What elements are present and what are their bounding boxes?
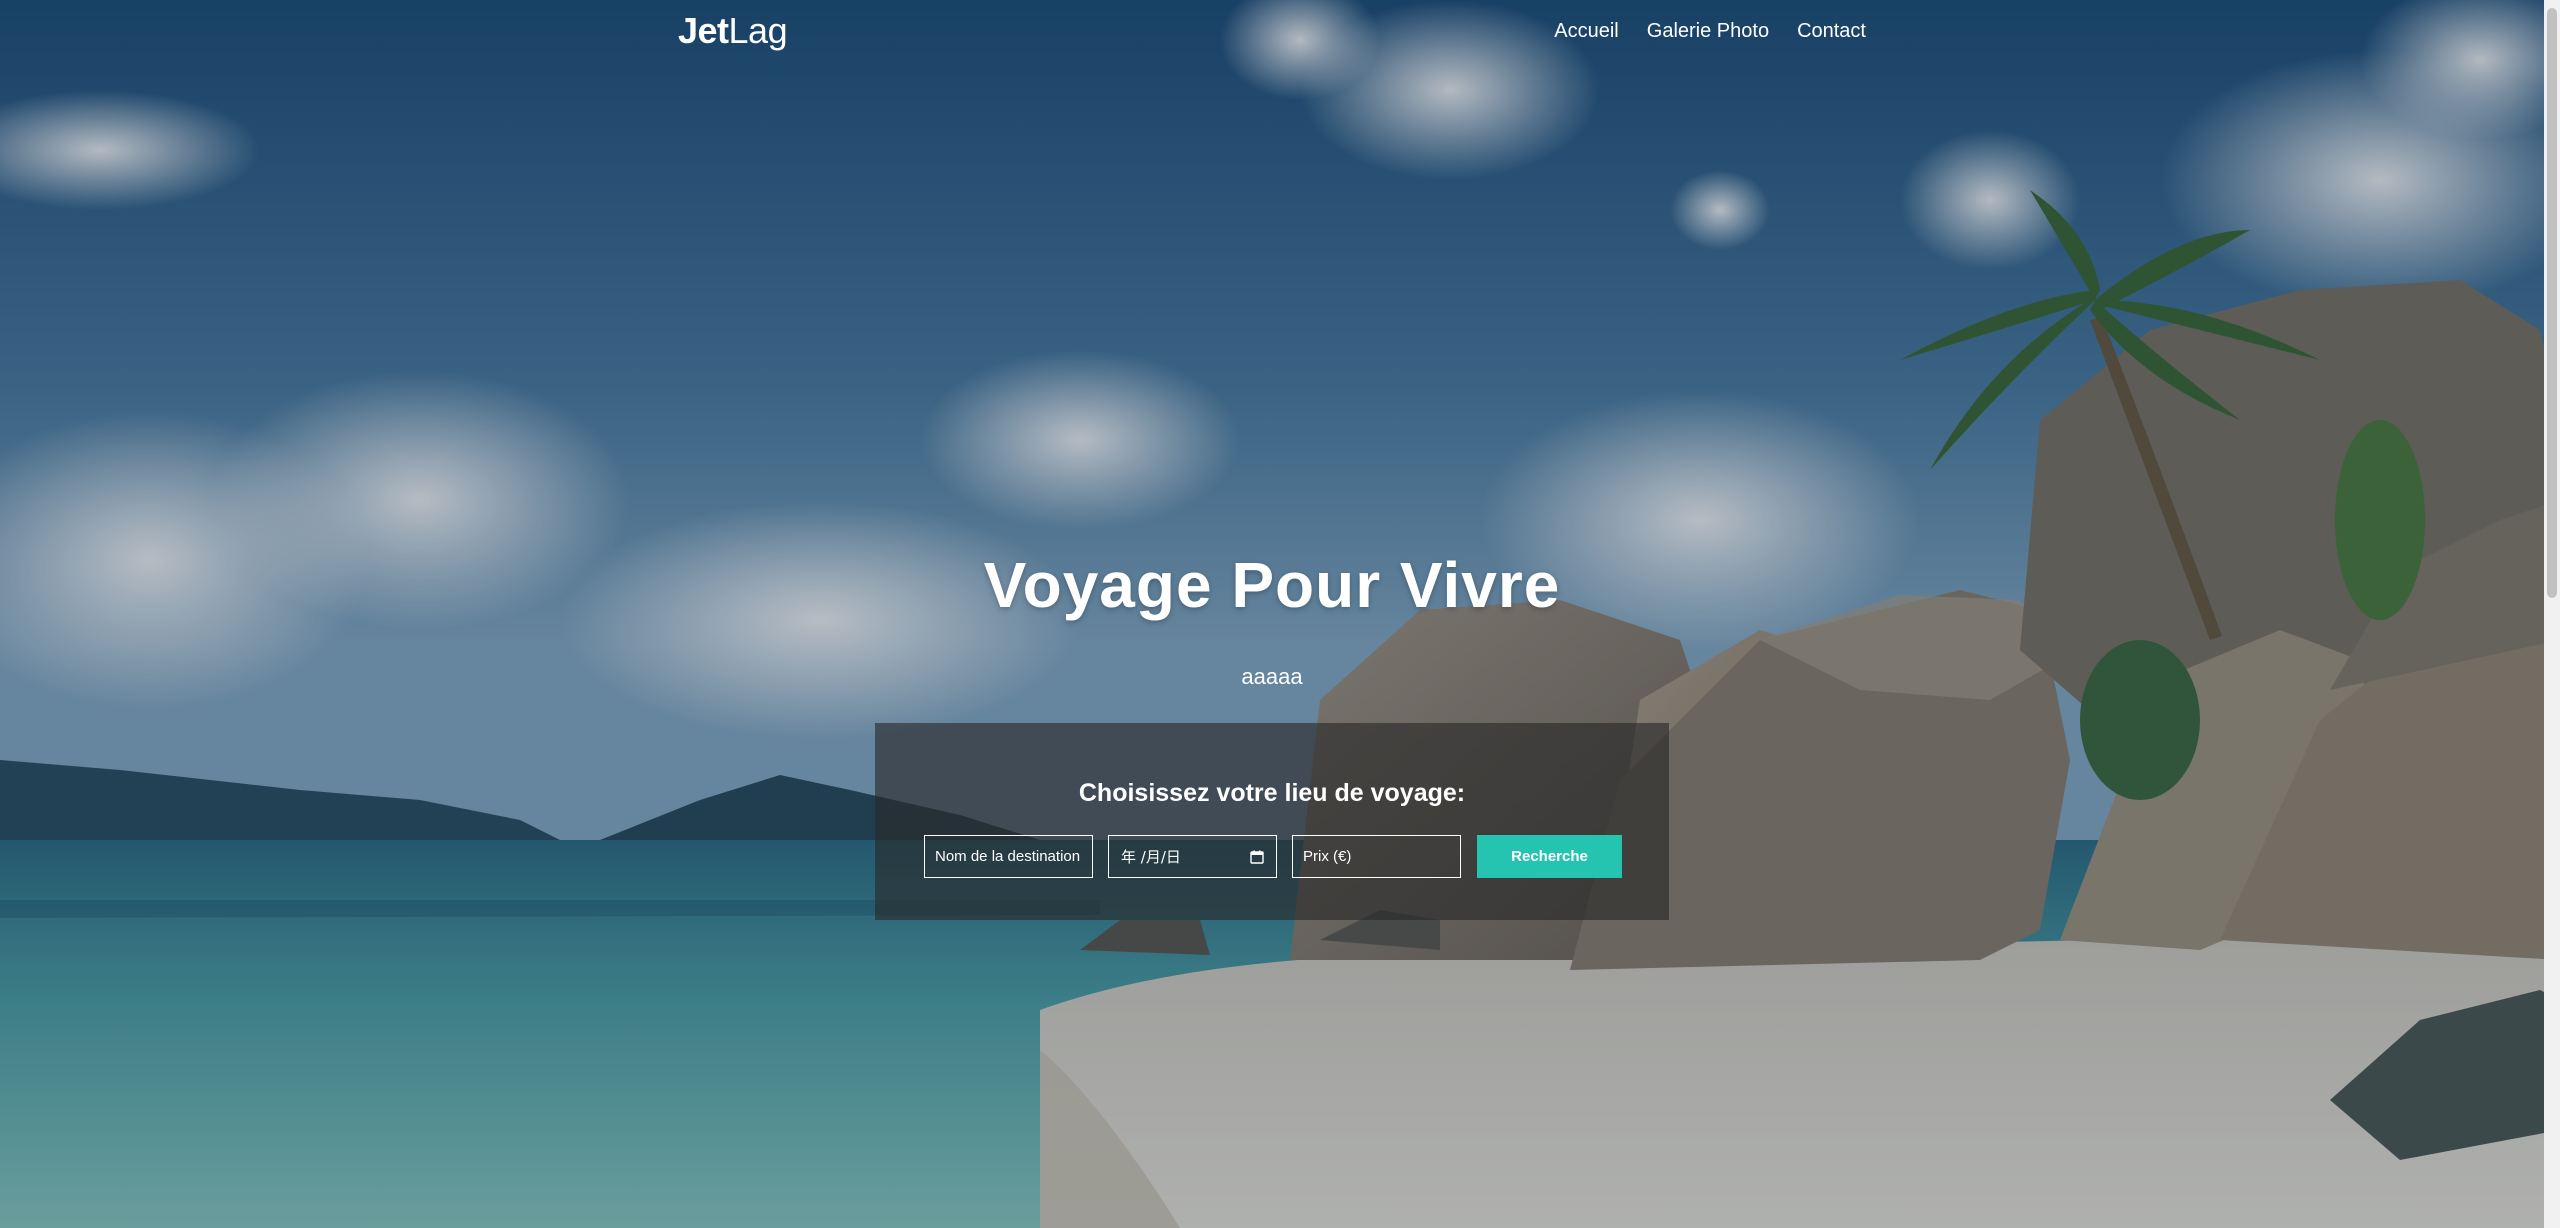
brand-logo-part2: Lag	[728, 10, 788, 51]
destination-input[interactable]	[924, 835, 1093, 878]
hero-title: Voyage Pour Vivre	[983, 549, 1561, 621]
hero-subtitle: aaaaa	[1241, 664, 1303, 689]
search-button[interactable]: Recherche	[1477, 835, 1622, 878]
date-input[interactable]: 年 /月/日	[1108, 835, 1277, 878]
calendar-icon[interactable]	[1250, 850, 1264, 864]
search-panel: Choisissez votre lieu de voyage: 年 /月/日 …	[875, 723, 1669, 920]
nav-links: Accueil Galerie Photo Contact	[1554, 20, 1866, 43]
nav-link-accueil[interactable]: Accueil	[1554, 20, 1618, 43]
scrollbar-thumb[interactable]	[2547, 8, 2557, 598]
page: JetLag Accueil Galerie Photo Contact Voy…	[0, 0, 2560, 1228]
search-heading: Choisissez votre lieu de voyage:	[1078, 779, 1466, 807]
nav-link-galerie-photo[interactable]: Galerie Photo	[1647, 20, 1769, 43]
nav-link-contact[interactable]: Contact	[1797, 20, 1866, 43]
date-input-placeholder: 年 /月/日	[1121, 848, 1181, 866]
top-navbar: JetLag Accueil Galerie Photo Contact	[0, 0, 2544, 68]
brand-logo[interactable]: JetLag	[678, 10, 788, 52]
page-scrollbar[interactable]	[2544, 0, 2560, 1228]
search-form: 年 /月/日 Recherche	[924, 835, 1622, 878]
brand-logo-part1: Jet	[678, 10, 729, 51]
price-input[interactable]	[1292, 835, 1461, 878]
